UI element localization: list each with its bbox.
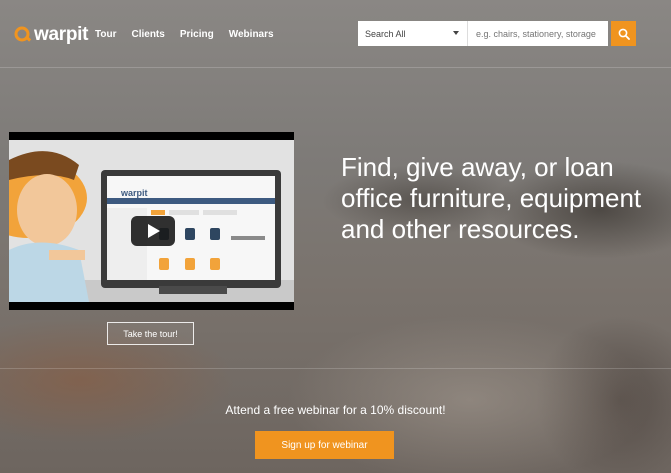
play-icon[interactable] — [131, 216, 175, 246]
search-category-select[interactable]: Search All — [358, 21, 468, 46]
logo[interactable]: warpit — [14, 24, 88, 46]
video-inner-logo: warpit — [121, 188, 148, 198]
webinar-signup-button[interactable]: Sign up for webinar — [255, 431, 394, 459]
section-divider — [0, 368, 671, 369]
search-category-value: Search All — [365, 28, 406, 39]
nav-webinars[interactable]: Webinars — [229, 29, 274, 40]
nav-tour[interactable]: Tour — [95, 29, 116, 40]
search-input[interactable] — [468, 21, 608, 46]
main-nav: Tour Clients Pricing Webinars — [95, 29, 274, 40]
nav-clients[interactable]: Clients — [131, 29, 164, 40]
hero-headline: Find, give away, or loan office furnitur… — [341, 152, 642, 245]
take-tour-button[interactable]: Take the tour! — [107, 322, 194, 345]
logo-icon — [14, 26, 32, 42]
search-icon — [618, 28, 630, 40]
nav-pricing[interactable]: Pricing — [180, 29, 214, 40]
header-divider — [0, 67, 671, 68]
chevron-down-icon — [453, 31, 459, 35]
webinar-promo-text: Attend a free webinar for a 10% discount… — [225, 403, 446, 417]
search-button[interactable] — [611, 21, 636, 46]
logo-text: warpit — [34, 24, 89, 45]
search-bar: Search All — [358, 21, 636, 46]
tour-video[interactable]: warpit — [9, 132, 294, 310]
